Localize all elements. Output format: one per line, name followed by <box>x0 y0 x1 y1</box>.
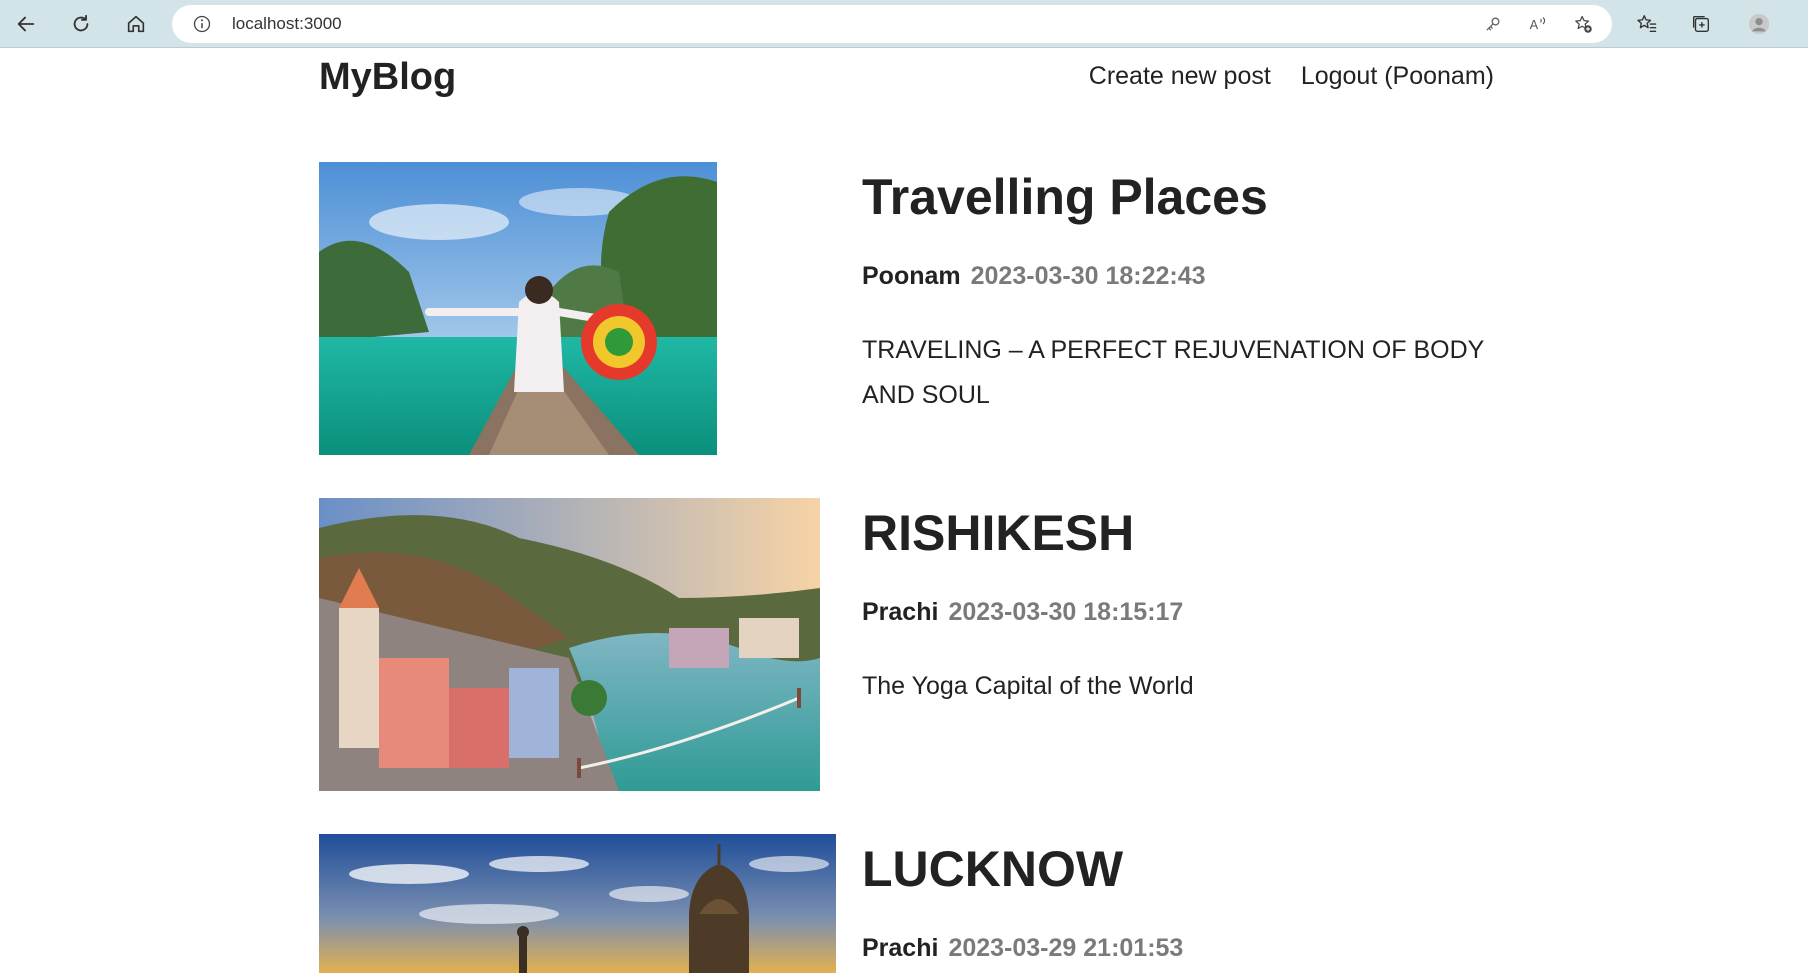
site-logo[interactable]: MyBlog <box>319 56 456 99</box>
profile-icon[interactable] <box>1746 11 1772 37</box>
post-summary: TRAVELING – A PERFECT REJUVENATION OF BO… <box>862 336 1484 409</box>
favorites-icon[interactable] <box>1634 11 1660 37</box>
post-title[interactable]: LUCKNOW <box>862 840 1123 898</box>
home-icon <box>127 15 145 33</box>
key-icon[interactable] <box>1482 13 1504 35</box>
post-title[interactable]: Travelling Places <box>862 168 1268 226</box>
post-info: Prachi 2023-03-30 18:15:17 <box>862 598 1183 627</box>
browser-toolbar: localhost:3000 A <box>0 0 1808 48</box>
address-bar[interactable]: localhost:3000 A <box>172 5 1612 43</box>
post-image-rishikesh[interactable] <box>319 498 820 791</box>
post-title[interactable]: RISHIKESH <box>862 504 1134 562</box>
post-author: Prachi <box>862 598 939 626</box>
post-time: 2023-03-30 18:22:43 <box>970 262 1206 290</box>
header-nav: Create new post Logout (Poonam) <box>1089 62 1494 91</box>
post-summary: The Yoga Capital of the World <box>862 672 1194 700</box>
post-item: RISHIKESH Prachi 2023-03-30 18:15:17 The … <box>319 498 1494 793</box>
collections-icon[interactable] <box>1688 11 1714 37</box>
post-image-lucknow[interactable] <box>319 834 836 973</box>
post-time: 2023-03-29 21:01:53 <box>948 934 1184 962</box>
add-favorite-icon[interactable] <box>1572 13 1594 35</box>
create-post-link[interactable]: Create new post <box>1089 62 1271 91</box>
read-aloud-icon[interactable]: A <box>1527 13 1549 35</box>
info-icon[interactable] <box>192 14 212 34</box>
back-button[interactable] <box>10 8 42 40</box>
post-image-travel[interactable] <box>319 162 717 455</box>
home-button[interactable] <box>120 8 152 40</box>
post-author: Poonam <box>862 262 961 290</box>
post-item: Travelling Places Poonam 2023-03-30 18:22… <box>319 162 1494 457</box>
site-header: MyBlog Create new post Logout (Poonam) <box>319 48 1494 110</box>
post-author: Prachi <box>862 934 939 962</box>
back-icon <box>17 16 35 32</box>
post-info: Poonam 2023-03-30 18:22:43 <box>862 262 1206 291</box>
post-item: LUCKNOW Prachi 2023-03-29 21:01:53 <box>319 834 1494 973</box>
url-text[interactable]: localhost:3000 <box>232 14 342 34</box>
svg-text:A: A <box>1530 17 1539 32</box>
refresh-icon <box>73 14 89 32</box>
post-info: Prachi 2023-03-29 21:01:53 <box>862 934 1183 963</box>
logout-link[interactable]: Logout (Poonam) <box>1301 62 1494 91</box>
post-time: 2023-03-30 18:15:17 <box>948 598 1184 626</box>
refresh-button[interactable] <box>65 8 97 40</box>
